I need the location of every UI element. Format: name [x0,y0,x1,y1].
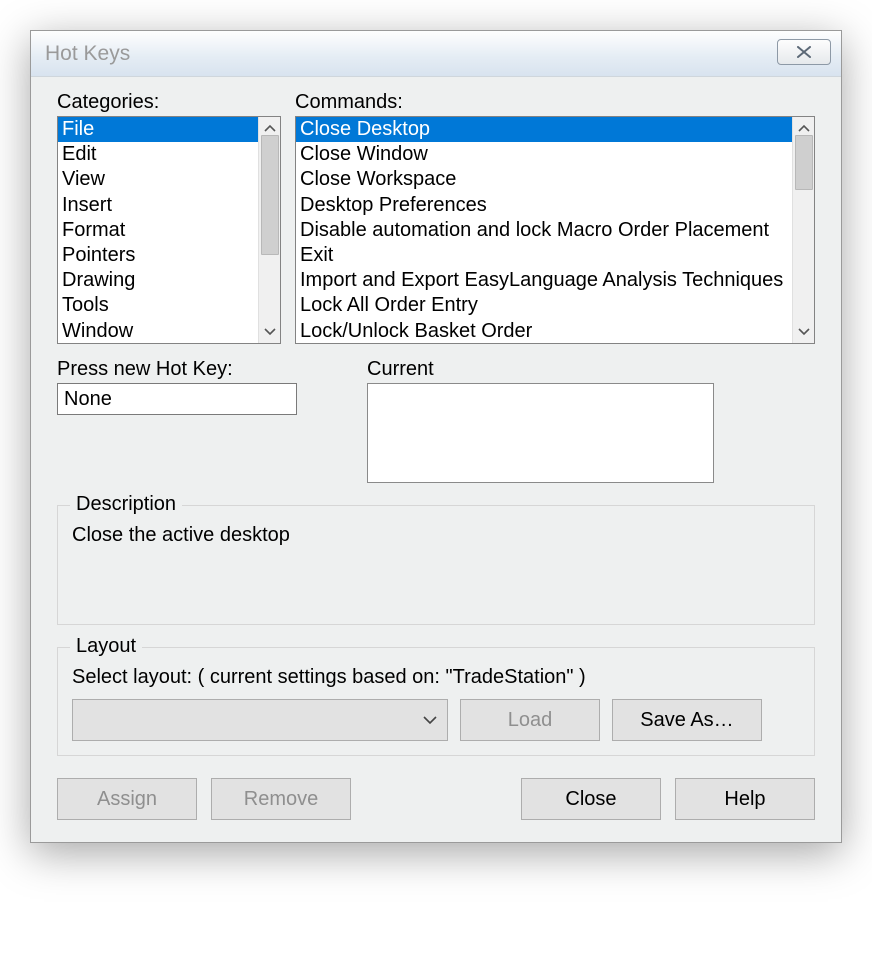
description-text: Close the active desktop [72,524,800,610]
list-item[interactable]: Close Window [296,142,792,167]
list-item[interactable]: Close Workspace [296,167,792,192]
scroll-up-icon[interactable] [259,121,280,135]
commands-label: Commands: [295,91,815,114]
current-listbox[interactable] [367,383,714,483]
hotkeys-dialog: Hot Keys Categories: FileEditViewInsertF… [30,30,842,843]
close-icon [796,46,812,58]
scroll-thumb[interactable] [261,135,279,255]
assign-button[interactable]: Assign [57,778,197,820]
list-item[interactable]: Lock All Order Entry [296,293,792,318]
list-item[interactable]: Import and Export EasyLanguage Analysis … [296,268,792,293]
layout-combobox[interactable] [72,699,448,741]
categories-listbox[interactable]: FileEditViewInsertFormatPointersDrawingT… [57,116,281,344]
categories-column: Categories: FileEditViewInsertFormatPoin… [57,91,281,344]
scroll-down-icon[interactable] [259,325,280,339]
layout-row: Load Save As… [72,699,800,741]
list-item[interactable]: Window [58,319,258,344]
commands-listbox[interactable]: Close DesktopClose WindowClose Workspace… [295,116,815,344]
list-item[interactable]: Exit [296,243,792,268]
scroll-up-icon[interactable] [793,121,814,135]
list-item[interactable]: Lock/Unlock Basket Order [296,319,792,344]
help-button[interactable]: Help [675,778,815,820]
current-label: Current [367,358,815,381]
commands-scrollbar[interactable] [792,117,814,343]
select-layout-label: Select layout: ( current settings based … [72,666,800,689]
chevron-down-icon [423,715,437,725]
remove-button[interactable]: Remove [211,778,351,820]
list-item[interactable]: Format [58,218,258,243]
hotkey-row: Press new Hot Key: Current [57,358,815,483]
list-item[interactable]: View [58,167,258,192]
close-window-button[interactable] [777,39,831,65]
categories-scrollbar[interactable] [258,117,280,343]
dialog-body: Categories: FileEditViewInsertFormatPoin… [31,77,841,842]
save-as-button[interactable]: Save As… [612,699,762,741]
list-item[interactable]: Close Desktop [296,117,792,142]
layout-title: Layout [70,635,142,658]
press-new-column: Press new Hot Key: [57,358,327,483]
list-item[interactable]: Edit [58,142,258,167]
layout-group: Layout Select layout: ( current settings… [57,647,815,756]
list-item[interactable]: Insert [58,193,258,218]
list-item[interactable]: File [58,117,258,142]
close-button[interactable]: Close [521,778,661,820]
scroll-down-icon[interactable] [793,325,814,339]
spacer [365,778,507,820]
list-item[interactable]: Disable automation and lock Macro Order … [296,218,792,243]
lists-row: Categories: FileEditViewInsertFormatPoin… [57,91,815,344]
description-title: Description [70,493,182,516]
list-item[interactable]: Desktop Preferences [296,193,792,218]
list-item[interactable]: Drawing [58,268,258,293]
titlebar: Hot Keys [31,31,841,77]
commands-column: Commands: Close DesktopClose WindowClose… [295,91,815,344]
list-item[interactable]: Pointers [58,243,258,268]
current-column: Current [367,358,815,483]
list-item[interactable]: Tools [58,293,258,318]
load-button[interactable]: Load [460,699,600,741]
dialog-title: Hot Keys [45,42,130,66]
description-group: Description Close the active desktop [57,505,815,625]
press-new-input[interactable] [57,383,297,415]
bottom-button-row: Assign Remove Close Help [57,778,815,820]
scroll-thumb[interactable] [795,135,813,190]
press-new-label: Press new Hot Key: [57,358,327,381]
categories-label: Categories: [57,91,281,114]
